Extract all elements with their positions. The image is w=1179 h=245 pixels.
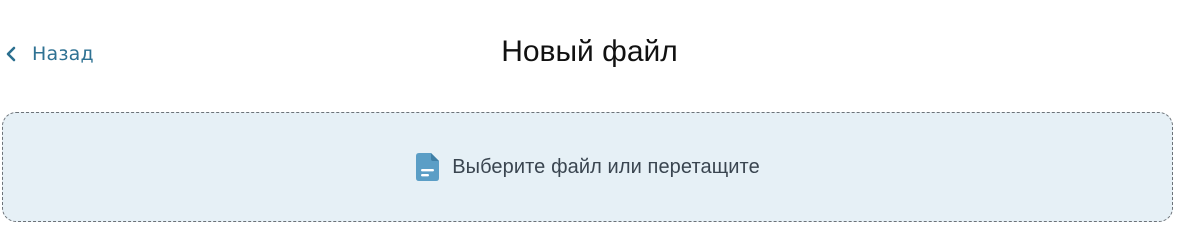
- dropzone-content: Выберите файл или перетащите: [415, 152, 760, 182]
- page-title: Новый файл: [501, 35, 678, 68]
- dropzone-label: Выберите файл или перетащите: [452, 155, 760, 178]
- page-header: Назад Новый файл: [0, 22, 1179, 84]
- file-dropzone[interactable]: Выберите файл или перетащите: [2, 112, 1173, 222]
- file-text-icon: [415, 152, 441, 182]
- new-file-page: Назад Новый файл Выберите файл или перет…: [0, 0, 1179, 245]
